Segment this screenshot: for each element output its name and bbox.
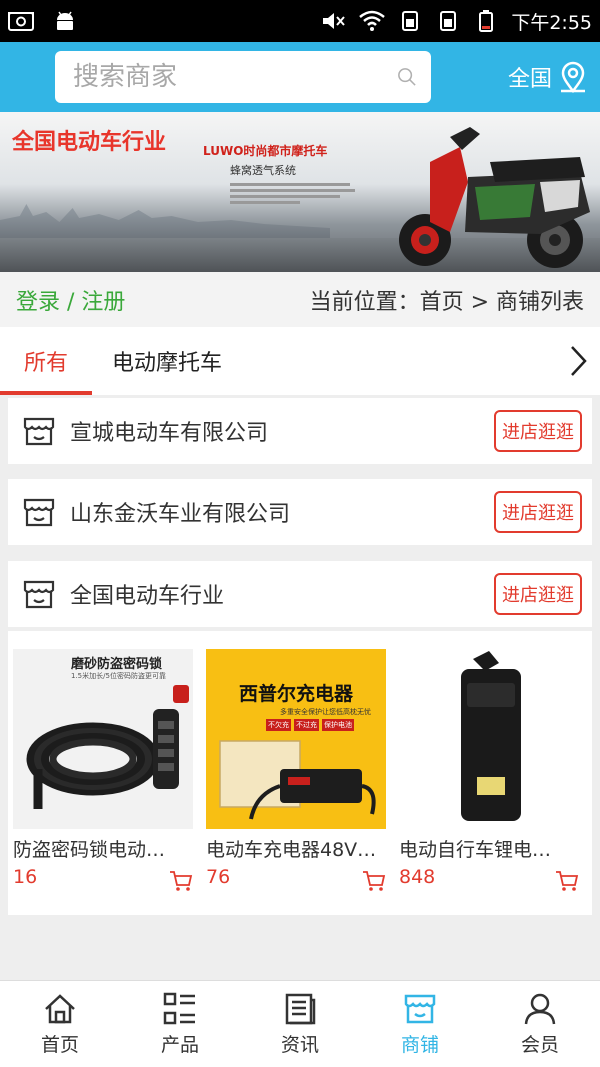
- cart-icon[interactable]: [362, 870, 386, 892]
- cart-icon[interactable]: [555, 870, 579, 892]
- nav-member[interactable]: 会员: [480, 981, 600, 1067]
- top-header: 全国: [0, 42, 600, 112]
- nav-products-label: 产品: [160, 1033, 199, 1056]
- product-name: 防盗密码锁电动…: [13, 839, 166, 861]
- login-register-link[interactable]: 登录 / 注册: [16, 284, 125, 316]
- product-image-battery[interactable]: [399, 649, 579, 829]
- banner-subtitle: LUWO时尚都市摩托车: [203, 144, 328, 158]
- product-card[interactable]: 西普尔充电器 多重安全保护让您低高枕无忧 不欠充 不过充 保护电池 电动车充电器…: [206, 649, 386, 891]
- tab-all[interactable]: 所有: [0, 327, 92, 395]
- scooter-image: [399, 127, 590, 268]
- home-icon: [45, 993, 75, 1023]
- bottom-navigation: 首页 产品 资讯 商铺 会员: [0, 980, 600, 1067]
- product-card[interactable]: 电动自行车锂电… 848: [399, 649, 579, 891]
- store-icon: [23, 417, 55, 446]
- region-label: 全国: [507, 67, 552, 92]
- shop-item[interactable]: 宣城电动车有限公司 进店逛逛: [8, 398, 592, 464]
- enter-shop-button[interactable]: 进店逛逛: [494, 410, 582, 452]
- screenshot-icon: [8, 12, 34, 31]
- nav-shops[interactable]: 商铺: [360, 981, 480, 1067]
- product-price: 16: [13, 866, 38, 888]
- battery-icon: [479, 10, 494, 32]
- location-pin-icon: [561, 61, 585, 93]
- store-icon: [404, 994, 436, 1023]
- search-icon[interactable]: [397, 61, 417, 93]
- tab-electric-motorcycle[interactable]: 电动摩托车: [92, 327, 242, 395]
- shop-name: 山东金沃车业有限公司: [70, 502, 291, 527]
- nav-products[interactable]: 产品: [120, 981, 240, 1067]
- tabs-next-button[interactable]: [556, 327, 600, 395]
- cable-lock-image: [26, 685, 189, 809]
- signal-1-icon: [402, 11, 419, 31]
- nav-shops-label: 商铺: [400, 1033, 439, 1056]
- region-selector[interactable]: 全国: [508, 61, 588, 93]
- product-price: 76: [206, 866, 231, 888]
- search-box[interactable]: [55, 51, 431, 103]
- enter-shop-button[interactable]: 进店逛逛: [494, 491, 582, 533]
- charger-image: [219, 740, 376, 820]
- signal-2-icon: [440, 11, 457, 31]
- shop-item[interactable]: 山东金沃车业有限公司 进店逛逛: [8, 479, 592, 545]
- chevron-right-icon: [571, 346, 587, 376]
- mute-icon: [323, 13, 346, 29]
- banner-description: [230, 180, 360, 207]
- search-input[interactable]: [73, 62, 397, 92]
- nav-home[interactable]: 首页: [0, 981, 120, 1067]
- store-icon: [23, 498, 55, 527]
- wifi-icon: [359, 10, 386, 31]
- lithium-battery-image: [461, 651, 521, 821]
- product-name: 电动车充电器48V…: [206, 839, 377, 861]
- cart-icon[interactable]: [169, 870, 193, 892]
- product-image-charger[interactable]: 西普尔充电器 多重安全保护让您低高枕无忧 不欠充 不过充 保护电池: [206, 649, 386, 829]
- product-card[interactable]: 磨砂防盗密码锁 1.5米加长/5位密码防盗更可靠 防盗密码锁电动… 16: [13, 649, 193, 891]
- store-icon: [23, 580, 55, 609]
- nav-news-label: 资讯: [280, 1033, 319, 1056]
- user-icon: [524, 993, 556, 1024]
- location-bar: 登录 / 注册 当前位置：首页 > 商铺列表: [0, 272, 600, 327]
- enter-shop-button[interactable]: 进店逛逛: [494, 573, 582, 615]
- product-price: 848: [399, 866, 436, 888]
- android-icon: [57, 11, 73, 30]
- nav-news[interactable]: 资讯: [240, 981, 360, 1067]
- shop-name: 宣城电动车有限公司: [70, 421, 269, 446]
- status-time: 下午2:55: [511, 11, 592, 34]
- banner-tagline: 蜂窝透气系统: [230, 164, 296, 177]
- breadcrumb: 当前位置：首页 > 商铺列表: [309, 289, 584, 315]
- nav-member-label: 会员: [520, 1033, 559, 1056]
- promo-banner[interactable]: 全国电动车行业 LUWO时尚都市摩托车 蜂窝透气系统: [0, 112, 600, 272]
- news-icon: [285, 993, 316, 1024]
- shop-products: 磨砂防盗密码锁 1.5米加长/5位密码防盗更可靠 防盗密码锁电动… 16 西普尔…: [8, 630, 592, 915]
- grid-list-icon: [163, 992, 195, 1024]
- category-tabs: 所有 电动摩托车: [0, 327, 600, 395]
- product-name: 电动自行车锂电…: [399, 839, 552, 861]
- shop-item[interactable]: 全国电动车行业 进店逛逛: [8, 561, 592, 627]
- product-image-lock[interactable]: 磨砂防盗密码锁 1.5米加长/5位密码防盗更可靠: [13, 649, 193, 829]
- banner-title: 全国电动车行业: [12, 130, 167, 155]
- status-bar: 下午2:55: [0, 0, 600, 42]
- nav-home-label: 首页: [40, 1033, 79, 1056]
- shop-name: 全国电动车行业: [70, 584, 225, 609]
